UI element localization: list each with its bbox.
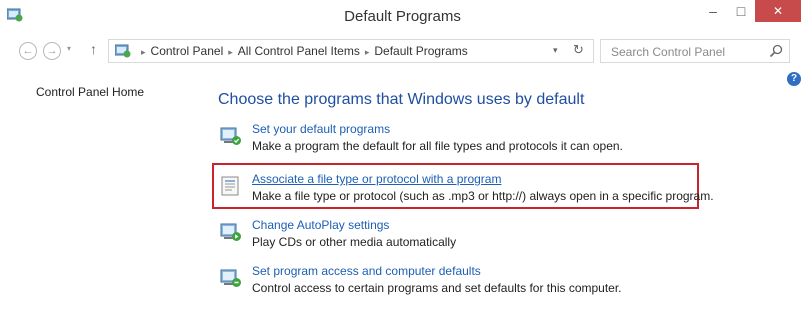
close-button[interactable]: ✕ bbox=[755, 0, 801, 22]
associate-file-type-link[interactable]: Associate a file type or protocol with a… bbox=[252, 172, 501, 186]
window-title: Default Programs bbox=[344, 8, 461, 25]
item-description: Make a program the default for all file … bbox=[252, 139, 623, 153]
refresh-icon[interactable]: ↻ bbox=[573, 42, 584, 58]
list-item: Set program access and computer defaults… bbox=[220, 264, 720, 304]
help-icon[interactable]: ? bbox=[787, 72, 801, 86]
set-program-access-link[interactable]: Set program access and computer defaults bbox=[252, 264, 481, 278]
change-autoplay-settings-link[interactable]: Change AutoPlay settings bbox=[252, 218, 389, 232]
list-item: Change AutoPlay settings Play CDs or oth… bbox=[220, 218, 720, 258]
item-description: Control access to certain programs and s… bbox=[252, 281, 622, 295]
breadcrumb-separator-icon: ▸ bbox=[364, 47, 370, 57]
search-box[interactable]: Search Control Panel bbox=[600, 39, 790, 63]
forward-button[interactable]: → bbox=[43, 42, 61, 60]
page-title: Choose the programs that Windows uses by… bbox=[218, 91, 585, 108]
title-bar: Default Programs – □ ✕ bbox=[0, 0, 805, 34]
back-button[interactable]: ← bbox=[19, 42, 37, 60]
default-programs-icon bbox=[220, 127, 241, 145]
control-panel-icon bbox=[115, 44, 131, 58]
recent-locations-chevron-icon[interactable]: ▾ bbox=[67, 44, 71, 53]
control-panel-home-link[interactable]: Control Panel Home bbox=[36, 85, 144, 99]
breadcrumb-control-panel[interactable]: Control Panel bbox=[151, 44, 224, 58]
breadcrumb-all-items[interactable]: All Control Panel Items bbox=[238, 44, 360, 58]
list-item: Set your default programs Make a program… bbox=[220, 122, 720, 162]
item-description: Play CDs or other media automatically bbox=[252, 235, 457, 249]
file-association-icon bbox=[221, 176, 239, 196]
search-input[interactable]: Search Control Panel bbox=[611, 45, 725, 59]
breadcrumb-separator-icon: ▸ bbox=[228, 47, 233, 57]
minimize-button[interactable]: – bbox=[700, 0, 726, 22]
breadcrumb-default-programs[interactable]: Default Programs bbox=[374, 44, 467, 58]
breadcrumb: ▸ Control Panel ▸ All Control Panel Items ▸ D… bbox=[136, 44, 468, 58]
set-default-programs-link[interactable]: Set your default programs bbox=[252, 122, 390, 136]
maximize-button[interactable]: □ bbox=[728, 0, 754, 22]
search-icon[interactable] bbox=[769, 44, 783, 58]
item-description: Make a file type or protocol (such as .m… bbox=[252, 189, 714, 203]
autoplay-icon bbox=[220, 223, 241, 241]
up-level-button[interactable]: ↑ bbox=[90, 41, 97, 57]
program-access-icon bbox=[220, 269, 241, 287]
navigation-bar: ← → ▾ ↑ ▸ Control Panel ▸ All Control Panel… bbox=[0, 34, 805, 68]
breadcrumb-separator-icon: ▸ bbox=[141, 47, 146, 57]
list-item: Associate a file type or protocol with a… bbox=[220, 172, 720, 212]
address-bar[interactable]: ▸ Control Panel ▸ All Control Panel Items ▸ D… bbox=[108, 39, 594, 63]
address-dropdown-icon[interactable]: ▾ bbox=[553, 45, 558, 56]
